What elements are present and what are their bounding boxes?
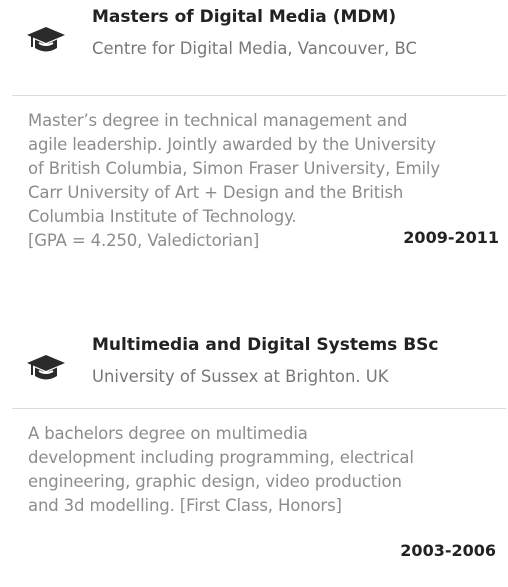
description-line: Carr University of Art + Design and the …: [28, 183, 404, 202]
date-range: 2003-2006: [400, 541, 496, 560]
institution-name: Centre for Digital Media, Vancouver, BC: [92, 39, 417, 58]
date-range: 2009-2011: [403, 228, 499, 247]
description-line: and 3d modelling. [First Class, Honors]: [28, 496, 342, 515]
education-entry-mdm: Masters of Digital Media (MDM) Centre fo…: [0, 0, 508, 250]
description-line: of British Columbia, Simon Fraser Univer…: [28, 159, 440, 178]
description-line: Columbia Institute of Technology.: [28, 207, 297, 226]
entry-header: Multimedia and Digital Systems BSc Unive…: [0, 328, 508, 408]
description-line: Master’s degree in technical management …: [28, 111, 408, 130]
description-line: agile leadership. Jointly awarded by the…: [28, 135, 437, 154]
entry-header: Masters of Digital Media (MDM) Centre fo…: [0, 0, 508, 80]
graduation-cap-icon: [27, 27, 65, 52]
description-line: A bachelors degree on multimedia: [28, 424, 308, 443]
description-line: development including programming, elect…: [28, 448, 414, 467]
institution-name: University of Sussex at Brighton. UK: [92, 367, 389, 386]
divider: [12, 408, 506, 409]
degree-title: Masters of Digital Media (MDM): [92, 7, 397, 27]
description-line: engineering, graphic design, video produ…: [28, 472, 402, 491]
education-entry-bsc: Multimedia and Digital Systems BSc Unive…: [0, 328, 508, 560]
divider: [12, 95, 506, 96]
degree-title: Multimedia and Digital Systems BSc: [92, 335, 439, 355]
degree-description: A bachelors degree on multimedia develop…: [28, 422, 498, 518]
graduation-cap-icon: [27, 355, 65, 380]
